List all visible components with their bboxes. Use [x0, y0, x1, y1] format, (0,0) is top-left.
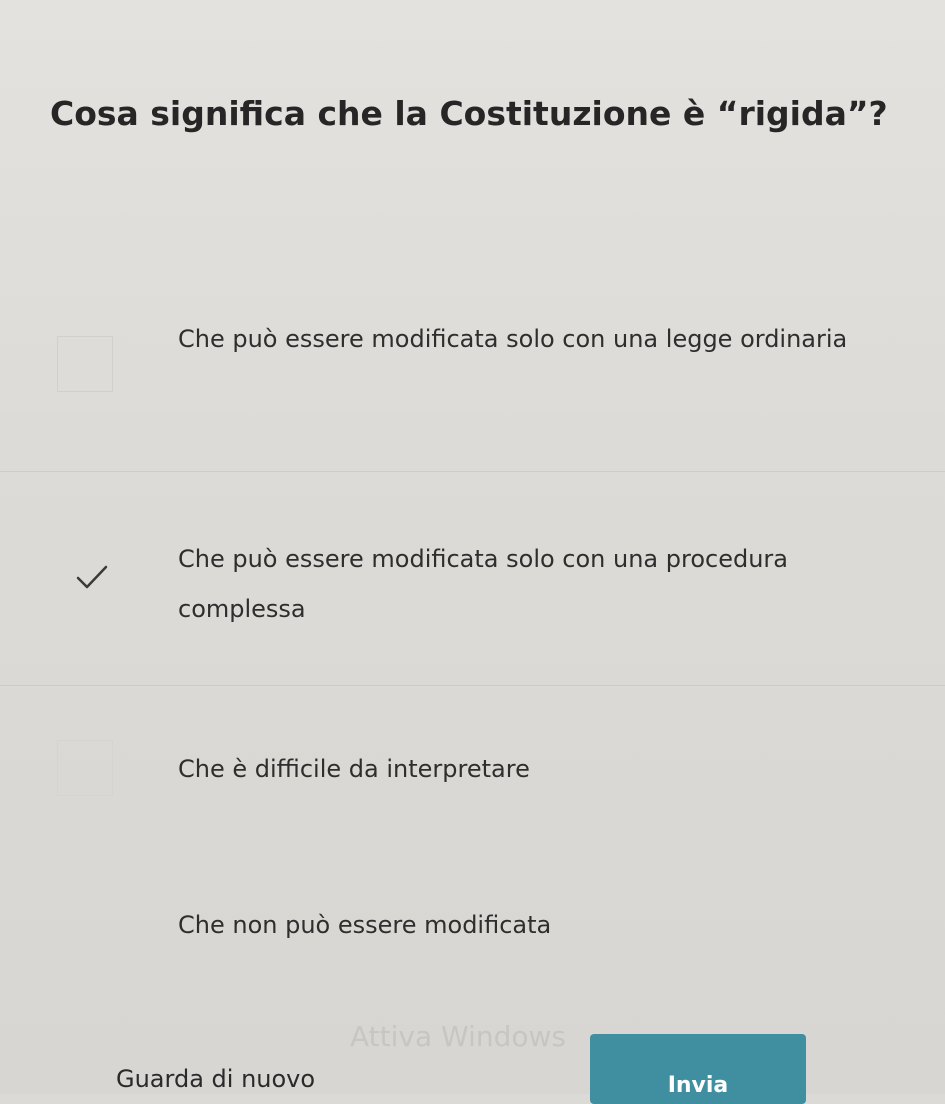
answer-checkbox-1[interactable]	[57, 336, 113, 392]
answer-label-4: Che non può essere modificata	[178, 911, 552, 939]
quiz-page: Cosa significa che la Costituzione è “ri…	[0, 0, 945, 1104]
question-title: Cosa significa che la Costituzione è “ri…	[50, 94, 888, 133]
checkmark-icon	[76, 565, 108, 589]
answer-label-2: Che può essere modificata solo con una p…	[178, 545, 789, 623]
answer-option-1[interactable]: Che può essere modificata solo con una l…	[0, 300, 945, 472]
answer-option-3[interactable]: Che è difficile da interpretare	[0, 686, 945, 850]
review-again-link[interactable]: Guarda di nuovo	[116, 1064, 315, 1094]
answer-option-4[interactable]: Che non può essere modificata	[0, 850, 945, 1000]
answer-label-1: Che può essere modificata solo con una l…	[178, 325, 848, 353]
os-activation-watermark: Attiva Windows	[350, 1020, 567, 1053]
answer-label-3: Che è difficile da interpretare	[178, 755, 530, 783]
answer-checkbox-3[interactable]	[57, 740, 113, 796]
answer-option-2[interactable]: Che può essere modificata solo con una p…	[0, 472, 945, 686]
